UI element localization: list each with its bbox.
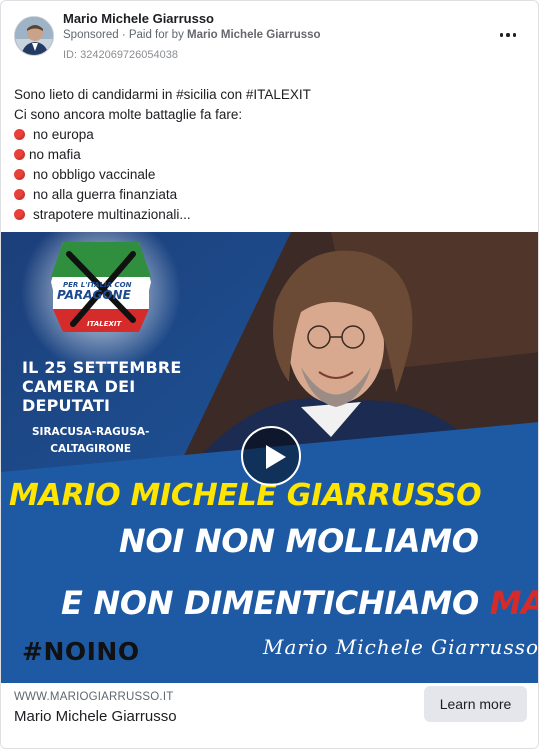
link-title[interactable]: Mario Michele Giarrusso	[14, 708, 177, 725]
ad-id: ID: 3242069726054038	[63, 49, 178, 61]
avatar[interactable]	[14, 16, 54, 56]
sponsored-line: Sponsored · Paid for by Mario Michele Gi…	[63, 29, 321, 41]
slogan-line-2: E NON DIMENTICHIAMO MAI	[61, 584, 538, 622]
payer-name[interactable]: Mario Michele Giarrusso	[187, 29, 321, 41]
bullet-item: no europa	[14, 125, 524, 145]
avatar-image	[15, 17, 53, 55]
logo-line-2: PARAGONE	[57, 288, 131, 302]
red-circle-icon	[14, 129, 25, 140]
election-date: IL 25 SETTEMBRE CAMERA DEI DEPUTATI	[22, 358, 182, 415]
red-circle-icon	[14, 149, 25, 160]
hashtag: #NOINO	[22, 637, 140, 666]
red-circle-icon	[14, 169, 25, 180]
logo-line-3: ITALEXIT	[87, 320, 122, 328]
link-domain: WWW.MARIOGIARRUSSO.IT	[14, 691, 174, 703]
paid-for-prefix: · Paid for by	[118, 29, 188, 41]
bullet-item: no mafia	[14, 145, 524, 165]
more-options-icon[interactable]	[494, 23, 522, 47]
link-footer[interactable]: WWW.MARIOGIARRUSSO.IT Mario Michele Giar…	[1, 683, 538, 748]
red-circle-icon	[14, 189, 25, 200]
red-circle-icon	[14, 209, 25, 220]
bullet-item: strapotere multinazionali...	[14, 205, 524, 225]
ad-header: Mario Michele Giarrusso Sponsored · Paid…	[1, 1, 538, 73]
candidate-headline: MARIO MICHELE GIARRUSSO	[9, 478, 482, 513]
learn-more-button[interactable]: Learn more	[424, 686, 527, 722]
bullet-item: no alla guerra finanziata	[14, 185, 524, 205]
page-name[interactable]: Mario Michele Giarrusso	[63, 11, 214, 26]
slogan-line-1: NOI NON MOLLIAMO	[119, 522, 479, 560]
ad-body-text: Sono lieto di candidarmi in #sicilia con…	[14, 85, 524, 225]
play-icon[interactable]	[241, 426, 301, 486]
sponsored-label: Sponsored	[63, 29, 119, 41]
bullet-item: no obbligo vaccinale	[14, 165, 524, 185]
ad-card: Mario Michele Giarrusso Sponsored · Paid…	[0, 0, 539, 749]
constituency: SIRACUSA-RAGUSA- CALTAGIRONE	[32, 426, 150, 455]
body-line-2: Ci sono ancora molte battaglie fa fare:	[14, 107, 243, 122]
signature: Mario Michele Giarrusso	[263, 635, 539, 659]
body-line-1: Sono lieto di candidarmi in #sicilia con…	[14, 87, 311, 102]
